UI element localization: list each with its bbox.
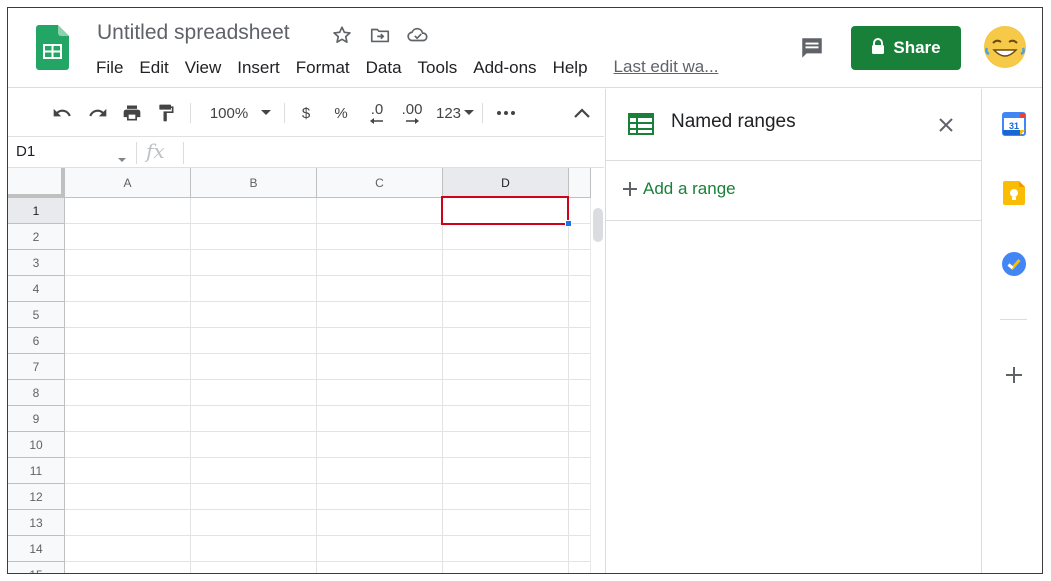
- print-icon[interactable]: [120, 101, 144, 125]
- side-divider: [1000, 319, 1027, 320]
- calendar-icon[interactable]: 31: [1002, 112, 1026, 136]
- formula-bar: D1 fx: [8, 138, 604, 168]
- formula-divider: [183, 142, 184, 164]
- number-format-button[interactable]: 123: [432, 101, 478, 125]
- column-header-d[interactable]: D: [443, 168, 569, 198]
- add-range-label: Add a range: [643, 179, 736, 198]
- increase-decimal-label: .00: [401, 101, 423, 118]
- share-button[interactable]: Share: [851, 26, 961, 70]
- menu-help[interactable]: Help: [545, 57, 596, 79]
- decrease-decimal-button[interactable]: .0: [364, 101, 390, 125]
- row-header-10[interactable]: 10: [8, 432, 65, 458]
- app-window: Untitled spreadsheet File Edit View Inse…: [7, 7, 1043, 574]
- title-icons: [330, 23, 430, 47]
- last-edit-link[interactable]: Last edit wa...: [606, 57, 727, 79]
- row-header-9[interactable]: 9: [8, 406, 65, 432]
- chevron-down-icon: [464, 110, 475, 115]
- chevron-down-icon[interactable]: [118, 150, 126, 168]
- menu-data[interactable]: Data: [358, 57, 410, 79]
- currency-button[interactable]: $: [296, 101, 316, 125]
- document-title[interactable]: Untitled spreadsheet: [97, 21, 290, 45]
- fill-handle[interactable]: [565, 220, 572, 227]
- row-header-7[interactable]: 7: [8, 354, 65, 380]
- select-all-corner[interactable]: [8, 168, 65, 198]
- keep-icon[interactable]: [1002, 181, 1026, 205]
- close-icon[interactable]: [934, 113, 958, 137]
- row-header-5[interactable]: 5: [8, 302, 65, 328]
- toolbar-divider: [482, 103, 483, 123]
- collapse-toolbar-icon[interactable]: [570, 101, 594, 125]
- tasks-icon[interactable]: [1002, 252, 1026, 276]
- menu-tools[interactable]: Tools: [410, 57, 466, 79]
- comments-icon[interactable]: [797, 33, 827, 63]
- star-icon[interactable]: [330, 23, 354, 47]
- scrollbar-thumb[interactable]: [593, 208, 603, 242]
- add-range-button[interactable]: Add a range: [623, 179, 736, 199]
- cloud-saved-icon[interactable]: [406, 23, 430, 47]
- row-header-6[interactable]: 6: [8, 328, 65, 354]
- menu-bar: File Edit View Insert Format Data Tools …: [88, 57, 726, 79]
- panel-header: Named ranges: [606, 89, 981, 161]
- avatar[interactable]: [984, 26, 1026, 68]
- menu-format[interactable]: Format: [288, 57, 358, 79]
- undo-icon[interactable]: [50, 101, 74, 125]
- redo-icon[interactable]: [86, 101, 110, 125]
- svg-text:31: 31: [1009, 121, 1019, 131]
- column-header-a[interactable]: A: [65, 168, 191, 198]
- menu-file[interactable]: File: [88, 57, 131, 79]
- arrow-left-icon: [370, 118, 383, 124]
- share-label: Share: [893, 38, 941, 57]
- row-header-8[interactable]: 8: [8, 380, 65, 406]
- vertical-scrollbar[interactable]: [590, 198, 604, 573]
- lock-icon: [871, 37, 885, 59]
- cell-area[interactable]: [65, 198, 604, 573]
- paint-format-icon[interactable]: [154, 101, 178, 125]
- column-header-c[interactable]: C: [317, 168, 443, 198]
- formula-input[interactable]: [190, 144, 590, 162]
- side-panel: 31: [981, 89, 1042, 573]
- named-ranges-panel: Named ranges Add a range: [605, 89, 981, 573]
- header: Untitled spreadsheet File Edit View Inse…: [8, 8, 1042, 88]
- menu-addons[interactable]: Add-ons: [465, 57, 544, 79]
- column-header-e[interactable]: [569, 168, 591, 198]
- percent-button[interactable]: %: [330, 101, 352, 125]
- active-cell-d1[interactable]: [441, 196, 569, 225]
- toolbar-divider: [190, 103, 191, 123]
- number-format-label: 123: [435, 104, 462, 122]
- toolbar-divider: [284, 103, 285, 123]
- row-header-15[interactable]: 15: [8, 562, 65, 573]
- more-icon[interactable]: [494, 101, 518, 125]
- row-header-14[interactable]: 14: [8, 536, 65, 562]
- zoom-select[interactable]: 100%: [204, 101, 254, 125]
- menu-edit[interactable]: Edit: [131, 57, 176, 79]
- get-addons-icon[interactable]: [1002, 363, 1026, 387]
- spreadsheet-grid: A B C D 1 2 3 4 5 6 7 8 9 10 11 12 13 14…: [8, 168, 604, 573]
- panel-title: Named ranges: [671, 111, 796, 132]
- row-header-2[interactable]: 2: [8, 224, 65, 250]
- row-header-13[interactable]: 13: [8, 510, 65, 536]
- table-icon: [628, 113, 654, 140]
- menu-insert[interactable]: Insert: [229, 57, 288, 79]
- toolbar: 100% $ % .0 .00 123: [8, 89, 604, 137]
- panel-divider: [606, 220, 981, 221]
- row-header-11[interactable]: 11: [8, 458, 65, 484]
- chevron-down-icon[interactable]: [258, 101, 274, 125]
- menu-view[interactable]: View: [177, 57, 230, 79]
- folder-move-icon[interactable]: [368, 23, 392, 47]
- row-header-3[interactable]: 3: [8, 250, 65, 276]
- name-box[interactable]: D1: [16, 143, 131, 160]
- plus-icon: [623, 182, 637, 196]
- formula-divider: [136, 142, 137, 164]
- arrow-right-icon: [406, 118, 419, 124]
- fx-icon: fx: [146, 139, 165, 163]
- sheets-logo-icon[interactable]: [36, 25, 69, 70]
- row-header-12[interactable]: 12: [8, 484, 65, 510]
- row-header-4[interactable]: 4: [8, 276, 65, 302]
- decrease-decimal-label: .0: [370, 101, 384, 118]
- column-header-b[interactable]: B: [191, 168, 317, 198]
- increase-decimal-button[interactable]: .00: [398, 101, 426, 125]
- row-header-1[interactable]: 1: [8, 198, 65, 224]
